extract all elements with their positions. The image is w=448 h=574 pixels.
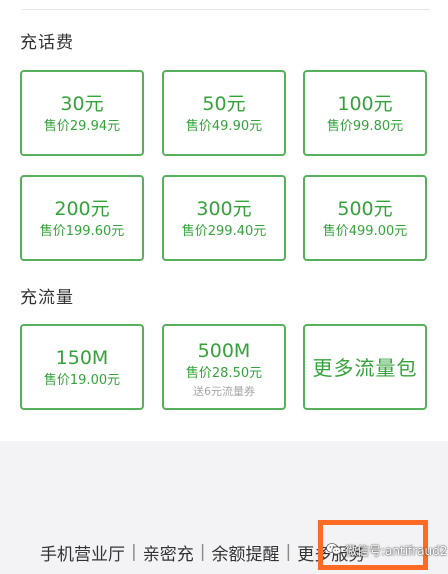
recharge-amount: 100元 <box>337 93 393 115</box>
data-option-150m[interactable]: 150M 售价19.00元 <box>20 324 144 410</box>
recharge-option-200[interactable]: 200元 售价199.60元 <box>20 175 144 261</box>
bottom-links: 手机营业厅 | 亲密充 | 余额提醒 | 更多服务 <box>40 540 365 565</box>
recharge-option-500[interactable]: 500元 售价499.00元 <box>303 175 427 261</box>
family-recharge-link[interactable]: 亲密充 <box>143 540 194 565</box>
top-divider <box>22 9 430 10</box>
section-title-data: 充流量 <box>20 288 74 308</box>
section-title-recharge: 充话费 <box>20 33 74 53</box>
recharge-option-300[interactable]: 300元 售价299.40元 <box>162 175 286 261</box>
separator: | <box>285 542 292 562</box>
data-amount: 150M <box>55 347 109 369</box>
recharge-price: 售价99.80元 <box>326 119 404 134</box>
separator: | <box>199 542 206 562</box>
data-bonus: 送6元流量券 <box>193 385 255 398</box>
recharge-option-100[interactable]: 100元 售价99.80元 <box>303 70 427 156</box>
recharge-option-30[interactable]: 30元 售价29.94元 <box>20 70 144 156</box>
data-price: 售价28.50元 <box>185 366 263 381</box>
mobile-hall-link[interactable]: 手机营业厅 <box>40 540 125 565</box>
recharge-amount: 300元 <box>196 198 252 220</box>
more-data-packages-label: 更多流量包 <box>312 356 418 380</box>
recharge-amount: 500元 <box>337 198 393 220</box>
recharge-amount: 30元 <box>60 93 104 115</box>
data-price: 售价19.00元 <box>43 373 121 388</box>
more-data-packages-button[interactable]: 更多流量包 <box>303 324 427 410</box>
data-option-500m[interactable]: 500M 售价28.50元 送6元流量券 <box>162 324 286 410</box>
recharge-price: 售价299.40元 <box>181 224 267 239</box>
watermark: 微信号:antifraud2 <box>326 542 447 559</box>
wechat-icon <box>326 542 342 559</box>
recharge-amount: 200元 <box>54 198 110 220</box>
balance-reminder-link[interactable]: 余额提醒 <box>211 540 279 565</box>
data-amount: 500M <box>197 340 251 362</box>
recharge-price: 售价499.00元 <box>322 224 408 239</box>
watermark-text: 微信号:antifraud2 <box>345 544 448 558</box>
recharge-option-50[interactable]: 50元 售价49.90元 <box>162 70 286 156</box>
recharge-price: 售价199.60元 <box>39 224 125 239</box>
separator: | <box>131 542 137 562</box>
recharge-price: 售价29.94元 <box>43 119 121 134</box>
recharge-amount: 50元 <box>202 93 246 115</box>
recharge-price: 售价49.90元 <box>185 119 263 134</box>
